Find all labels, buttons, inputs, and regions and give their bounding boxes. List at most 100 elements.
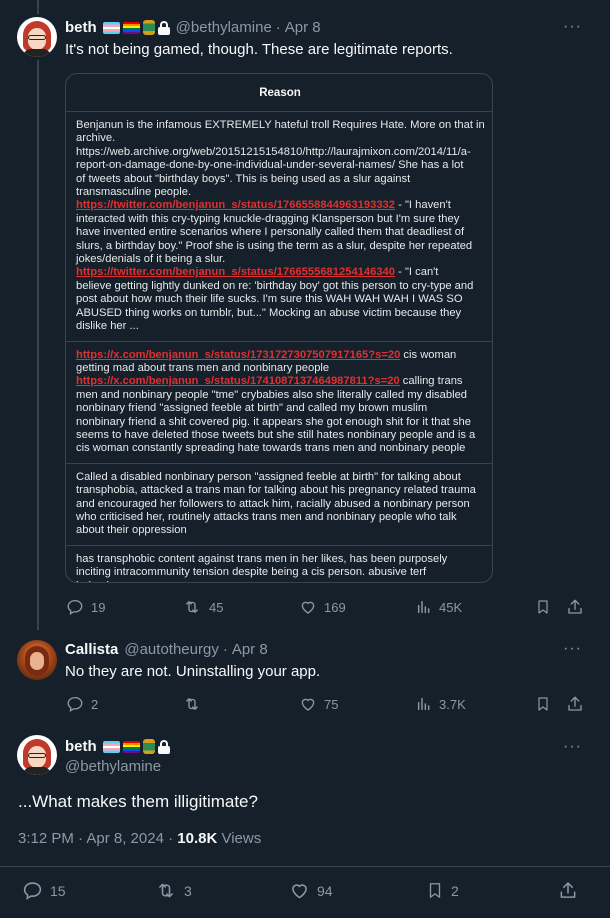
avatar[interactable] bbox=[17, 735, 57, 775]
lock-icon bbox=[157, 739, 170, 754]
handle[interactable]: @autotheurgy bbox=[124, 641, 218, 658]
table-cell-text: of tweets about "birthday boys". This is… bbox=[76, 172, 411, 185]
thread-line bbox=[37, 60, 39, 630]
views-count: 10.8K bbox=[177, 830, 218, 847]
table-row: has transphobic content against trans me… bbox=[66, 546, 492, 582]
like-icon bbox=[301, 601, 315, 614]
table-cell-line: https://x.com/benjanun_s/status/17317273… bbox=[76, 349, 492, 362]
table-cell-text: believe getting lightly dunked on re: 'b… bbox=[76, 279, 474, 292]
more-icon[interactable]: ··· bbox=[563, 18, 582, 36]
more-icon[interactable]: ··· bbox=[563, 640, 582, 658]
table-cell-text: transphobia, attacked a trans man for ta… bbox=[76, 484, 476, 497]
table-cell-line: report-on-damage-done-by-one-individual-… bbox=[76, 159, 492, 172]
bookmark-icon bbox=[538, 697, 548, 711]
reason-table-image[interactable]: Reason Benjanun is the infamous EXTREMEL… bbox=[65, 73, 493, 583]
bookmark-button[interactable]: 2 bbox=[426, 880, 459, 901]
table-cell-text: behaviour. bbox=[76, 580, 128, 582]
table-cell-text: Called a disabled nonbinary person "assi… bbox=[76, 470, 461, 483]
avatar[interactable] bbox=[17, 17, 57, 57]
table-cell-text: nonbinary friend a shit covered pig. it … bbox=[76, 415, 471, 428]
like-button[interactable]: 75 bbox=[299, 695, 338, 713]
share-icon bbox=[560, 882, 576, 898]
table-cell-text: calling trans bbox=[399, 375, 463, 388]
reply-button[interactable]: 19 bbox=[66, 598, 105, 616]
table-cell-text: https://web.archive.org/web/201512151548… bbox=[76, 145, 471, 158]
table-cell-text: transmasculine people. bbox=[76, 186, 192, 199]
table-cell-text: interacted with this cry-typing knuckle-… bbox=[76, 212, 460, 225]
display-name[interactable]: Callista bbox=[65, 641, 118, 658]
avatar[interactable] bbox=[17, 640, 57, 680]
tweet-text: It's not being gamed, though. These are … bbox=[65, 41, 453, 58]
report-link[interactable]: https://twitter.com/benjanun_s/status/17… bbox=[76, 266, 395, 278]
views-icon bbox=[417, 697, 430, 711]
table-cell-text: post about how much their life sucks. I'… bbox=[76, 293, 463, 306]
table-cell-line: transmasculine people. bbox=[76, 186, 492, 199]
separator: · bbox=[275, 19, 281, 36]
table-row: Benjanun is the infamous EXTREMELY hatef… bbox=[66, 112, 492, 342]
display-name[interactable]: beth bbox=[65, 738, 97, 755]
table-cell-line: about their oppression bbox=[76, 524, 492, 537]
timestamp[interactable]: 3:12 PM · Apr 8, 2024 · bbox=[18, 830, 177, 847]
like-button[interactable]: 169 bbox=[299, 598, 346, 616]
table-cell-line: dislike her ... bbox=[76, 320, 492, 333]
repost-button[interactable] bbox=[182, 695, 209, 713]
repost-count: 45 bbox=[209, 599, 224, 615]
table-cell-text: inciting intracommunity tension despite … bbox=[76, 566, 427, 579]
separator: · bbox=[222, 641, 228, 658]
table-cell-line: https://twitter.com/benjanun_s/status/17… bbox=[76, 199, 492, 212]
reply-button[interactable]: 2 bbox=[66, 695, 98, 713]
views-button[interactable]: 3.7K bbox=[416, 695, 466, 713]
tweet-1-header: beth @bethylamine · Apr 8 bbox=[65, 19, 321, 36]
handle[interactable]: @bethylamine bbox=[65, 758, 161, 775]
table-cell-text: about their oppression bbox=[76, 524, 187, 537]
table-cell-line: interacted with this cry-typing knuckle-… bbox=[76, 212, 492, 226]
table-cell-line: Benjanun is the infamous EXTREMELY hatef… bbox=[76, 119, 492, 132]
share-button[interactable] bbox=[566, 598, 584, 616]
repost-button[interactable]: 45 bbox=[182, 598, 223, 616]
timestamp[interactable]: Apr 8 bbox=[232, 641, 268, 658]
reply-icon bbox=[67, 599, 83, 616]
bookmark-button[interactable] bbox=[535, 598, 551, 616]
table-cell-text: men and nonbinary people "tme" crybabies… bbox=[76, 388, 468, 401]
table-cell-line: https://x.com/benjanun_s/status/17410871… bbox=[76, 375, 492, 388]
table-cell-text: and encouraged her followers to attack h… bbox=[76, 497, 470, 510]
bookmark-icon bbox=[429, 883, 441, 898]
table-cell-line: getting mad about trans men and nonbinar… bbox=[76, 362, 492, 375]
share-icon bbox=[568, 696, 582, 711]
reply-count: 19 bbox=[91, 599, 106, 615]
views-count: 3.7K bbox=[439, 696, 466, 712]
views-icon bbox=[417, 600, 430, 614]
name-badges bbox=[102, 739, 170, 754]
repost-icon bbox=[186, 601, 198, 613]
share-icon bbox=[568, 599, 582, 614]
rainbow-flag-icon bbox=[122, 740, 140, 753]
reply-button[interactable]: 15 bbox=[22, 880, 66, 901]
table-cell-line: of tweets about "birthday boys". This is… bbox=[76, 172, 492, 186]
report-link[interactable]: https://twitter.com/benjanun_s/status/17… bbox=[76, 199, 395, 211]
more-icon[interactable]: ··· bbox=[563, 738, 582, 756]
bookmark-button[interactable] bbox=[535, 695, 551, 713]
report-link[interactable]: https://x.com/benjanun_s/status/17410871… bbox=[76, 375, 400, 387]
table-row: Called a disabled nonbinary person "assi… bbox=[66, 464, 492, 546]
table-cell-text: - "I haven't bbox=[395, 199, 451, 212]
tweet-2-header: Callista @autotheurgy · Apr 8 bbox=[65, 641, 268, 658]
reply-count: 15 bbox=[50, 882, 66, 899]
share-button[interactable] bbox=[566, 695, 584, 713]
trans-flag-icon bbox=[102, 21, 120, 34]
repost-button[interactable]: 3 bbox=[155, 880, 192, 901]
table-cell-line: https://twitter.com/benjanun_s/status/17… bbox=[76, 266, 492, 279]
timestamp[interactable]: Apr 8 bbox=[285, 19, 321, 36]
handle[interactable]: @bethylamine bbox=[176, 19, 272, 36]
table-cell-text: seems to have deleted those tweets but s… bbox=[76, 428, 476, 441]
table-row: https://x.com/benjanun_s/status/17317273… bbox=[66, 342, 492, 464]
share-button[interactable] bbox=[558, 880, 578, 901]
views-button[interactable]: 45K bbox=[416, 598, 462, 616]
report-link[interactable]: https://x.com/benjanun_s/status/17317273… bbox=[76, 349, 400, 361]
table-cell-line: who criticised her, routinely attacks tr… bbox=[76, 511, 492, 524]
tweet-text: ...What makes them illigitimate? bbox=[18, 792, 258, 811]
like-button[interactable]: 94 bbox=[289, 880, 333, 901]
table-cell-line: transphobia, attacked a trans man for ta… bbox=[76, 484, 492, 497]
table-cell-text: jokes/denials of it being a slur. bbox=[76, 253, 226, 266]
table-cell-line: jokes/denials of it being a slur. bbox=[76, 253, 492, 266]
display-name[interactable]: beth bbox=[65, 19, 97, 36]
